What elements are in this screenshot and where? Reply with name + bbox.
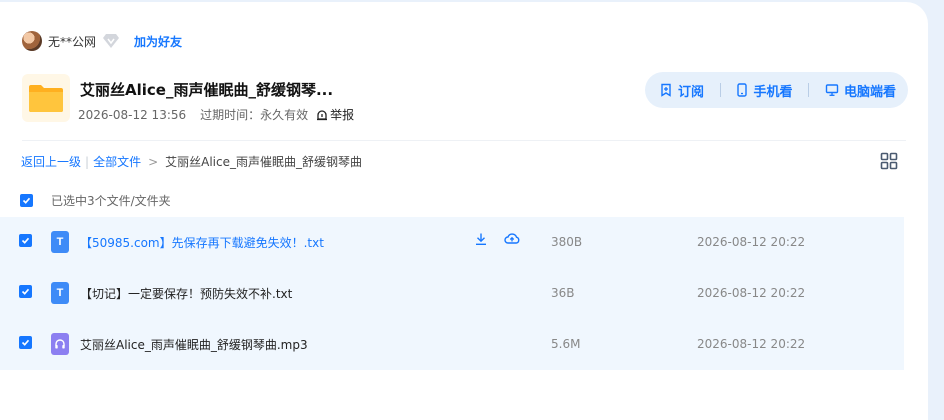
bookmark-plus-icon — [661, 83, 671, 97]
table-row[interactable]: 艾丽丝Alice_雨声催眠曲_舒缓钢琴曲.mp3 5.6M 2026-08-12… — [0, 319, 904, 370]
text-file-icon: T — [51, 282, 69, 304]
breadcrumb-back[interactable]: 返回上一级 — [21, 153, 81, 170]
mobile-view-label: 手机看 — [753, 84, 793, 100]
audio-file-icon — [51, 333, 69, 355]
table-row[interactable]: T 【50985.com】先保存再下载避免失效！.txt 380B 2026-0… — [0, 217, 904, 268]
file-date: 2026-08-12 20:22 — [697, 235, 806, 249]
breadcrumb-separator: > — [148, 154, 159, 169]
download-icon[interactable] — [474, 232, 488, 246]
desktop-view-button[interactable]: 电脑端看 — [825, 81, 896, 100]
file-name[interactable]: 【50985.com】先保存再下载避免失效！.txt — [80, 234, 324, 251]
cloud-save-icon[interactable] — [504, 232, 520, 246]
sharer-name: 无**公网 — [48, 34, 97, 49]
grid-view-icon[interactable] — [880, 152, 898, 170]
file-name[interactable]: 艾丽丝Alice_雨声催眠曲_舒缓钢琴曲.mp3 — [80, 336, 308, 353]
folder-icon — [22, 74, 70, 122]
file-list: T 【50985.com】先保存再下载避免失效！.txt 380B 2026-0… — [0, 217, 904, 370]
file-size: 380B — [551, 235, 583, 249]
action-divider — [808, 83, 810, 97]
section-divider — [22, 140, 906, 141]
phone-icon — [737, 83, 748, 97]
check-icon — [21, 237, 30, 244]
diamond-icon — [102, 33, 120, 49]
select-all-row: 已选中3个文件/文件夹 — [20, 192, 171, 209]
file-date: 2026-08-12 20:22 — [697, 337, 806, 351]
check-icon — [21, 339, 30, 346]
report-label: 举报 — [330, 108, 355, 122]
monitor-icon — [825, 84, 839, 96]
row-checkbox[interactable] — [19, 336, 32, 349]
breadcrumb: 返回上一级 | 全部文件 > 艾丽丝Alice_雨声催眠曲_舒缓钢琴曲 — [21, 153, 362, 170]
alarm-icon — [317, 109, 328, 120]
subscribe-label: 订阅 — [678, 84, 705, 100]
mobile-view-button[interactable]: 手机看 — [736, 81, 793, 100]
file-size: 5.6M — [551, 337, 581, 351]
check-icon — [22, 197, 31, 204]
subscribe-button[interactable]: 订阅 — [659, 81, 704, 100]
row-checkbox[interactable] — [19, 234, 32, 247]
file-name[interactable]: 【切记】一定要保存！预防失效不补.txt — [80, 285, 292, 302]
share-title: 艾丽丝Alice_雨声催眠曲_舒缓钢琴... — [80, 81, 334, 99]
report-button[interactable]: 举报 — [316, 106, 354, 123]
share-card: 无**公网 加为好友 艾丽丝Alice_雨声催眠曲_舒缓钢琴... 2026-0… — [0, 2, 928, 420]
breadcrumb-all-files[interactable]: 全部文件 — [93, 153, 141, 170]
desktop-view-label: 电脑端看 — [843, 84, 896, 100]
select-all-checkbox[interactable] — [20, 194, 33, 207]
share-date: 2026-08-12 13:56 — [78, 107, 187, 122]
add-friend-link[interactable]: 加为好友 — [134, 33, 182, 50]
row-actions — [474, 232, 520, 246]
expiry-value: 永久有效 — [260, 108, 309, 122]
sharer-info: 无**公网 加为好友 — [22, 30, 182, 52]
file-size: 36B — [551, 286, 575, 300]
file-date: 2026-08-12 20:22 — [697, 286, 806, 300]
text-file-icon: T — [51, 231, 69, 253]
check-icon — [21, 288, 30, 295]
avatar[interactable] — [22, 31, 42, 51]
selection-summary: 已选中3个文件/文件夹 — [51, 194, 171, 208]
share-actions: 订阅 手机看 电脑端看 — [645, 72, 908, 108]
expiry-label: 过期时间： — [200, 108, 261, 122]
share-meta: 2026-08-12 13:56 过期时间： 永久有效 举报 — [78, 106, 354, 123]
breadcrumb-current: 艾丽丝Alice_雨声催眠曲_舒缓钢琴曲 — [165, 155, 362, 169]
row-checkbox[interactable] — [19, 285, 32, 298]
action-divider — [719, 83, 721, 97]
table-row[interactable]: T 【切记】一定要保存！预防失效不补.txt 36B 2026-08-12 20… — [0, 268, 904, 319]
